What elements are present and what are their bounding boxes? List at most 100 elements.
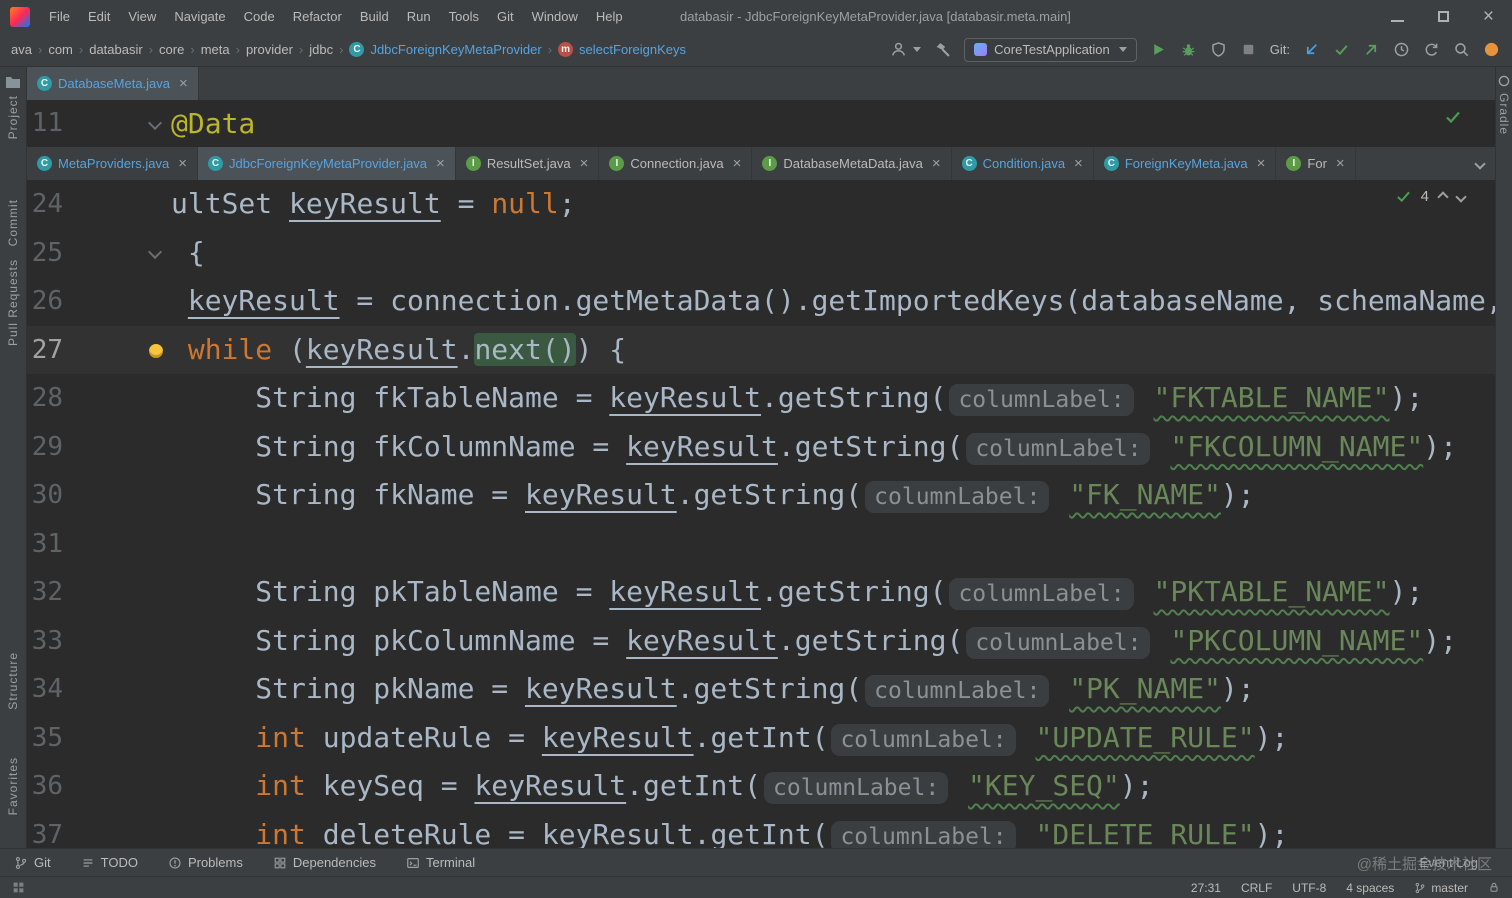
top-editor[interactable]: 11 @Data	[27, 100, 1495, 147]
maximize-button[interactable]	[1437, 11, 1449, 22]
close-icon[interactable]: ×	[1074, 156, 1083, 171]
editor[interactable]: 4 24 ultSet keyResult = null; 25 {26 keyResu…	[27, 180, 1495, 848]
previous-problem-icon[interactable]	[1437, 190, 1449, 203]
history-icon[interactable]	[1393, 41, 1410, 58]
breadcrumb-segment[interactable]: provider	[243, 42, 296, 57]
notifications-icon[interactable]	[1483, 41, 1500, 58]
editor-tab[interactable]: C JdbcForeignKeyMetaProvider.java ×	[198, 147, 456, 180]
close-icon[interactable]: ×	[580, 156, 589, 171]
toolwindow-structure[interactable]: Structure	[6, 652, 20, 710]
git-branch-widget[interactable]: master	[1414, 881, 1468, 895]
close-icon[interactable]: ×	[1257, 156, 1266, 171]
code-line[interactable]: 26 keyResult = connection.getMetaData().g…	[27, 277, 1495, 326]
user-icon[interactable]	[890, 41, 907, 58]
toolwindow-commit[interactable]: Commit	[6, 199, 20, 246]
toolwindow-favorites[interactable]: Favorites	[6, 757, 20, 815]
close-icon[interactable]: ×	[932, 156, 941, 171]
menu-item-build[interactable]: Build	[351, 0, 398, 33]
menu-item-run[interactable]: Run	[398, 0, 440, 33]
close-icon[interactable]: ×	[179, 76, 188, 91]
code-line[interactable]: 35 int updateRule = keyResult.getInt(colu…	[27, 714, 1495, 763]
file-encoding[interactable]: UTF-8	[1292, 881, 1326, 895]
breadcrumb-segment[interactable]: core	[156, 42, 187, 57]
toolwindow-gradle[interactable]: Gradle	[1497, 93, 1511, 135]
editor-tab[interactable]: I Connection.java ×	[599, 147, 753, 180]
project-folder-icon[interactable]	[5, 75, 21, 89]
code-line[interactable]: 33 String pkColumnName = keyResult.getStr…	[27, 617, 1495, 666]
code-line[interactable]: 25 {	[27, 229, 1495, 278]
toolwindow-terminal[interactable]: Terminal	[406, 855, 475, 870]
toolwindow-project[interactable]: Project	[6, 95, 20, 139]
code-line[interactable]: 37 int deleteRule = keyResult.getInt(colu…	[27, 811, 1495, 848]
code-line[interactable]: 32 String pkTableName = keyResult.getStri…	[27, 568, 1495, 617]
editor-tab[interactable]: I DatabaseMetaData.java ×	[752, 147, 952, 180]
gradle-icon[interactable]	[1498, 75, 1510, 87]
menu-item-view[interactable]: View	[119, 0, 165, 33]
coverage-button[interactable]	[1210, 41, 1227, 58]
editor-tab[interactable]: C ForeignKeyMeta.java ×	[1094, 147, 1277, 180]
fold-marker-icon[interactable]	[147, 245, 163, 261]
menu-item-tools[interactable]: Tools	[440, 0, 488, 33]
code-line[interactable]: 29 String fkColumnName = keyResult.getStr…	[27, 423, 1495, 472]
breadcrumb-segment[interactable]: meta	[198, 42, 233, 57]
inspections-widget[interactable]: 4	[1396, 188, 1467, 205]
menu-item-file[interactable]: File	[40, 0, 79, 33]
code-line[interactable]: 24 ultSet keyResult = null;	[27, 180, 1495, 229]
minimize-button[interactable]	[1390, 19, 1404, 22]
editor-tab[interactable]: I For ×	[1276, 147, 1356, 180]
run-configuration-select[interactable]: CoreTestApplication	[964, 37, 1137, 62]
code-line[interactable]: 28 String fkTableName = keyResult.getStri…	[27, 374, 1495, 423]
run-button[interactable]	[1150, 41, 1167, 58]
close-icon[interactable]: ×	[178, 156, 187, 171]
menu-item-window[interactable]: Window	[523, 0, 587, 33]
toolwindow-problems[interactable]: Problems	[168, 855, 243, 870]
line-separator[interactable]: CRLF	[1241, 881, 1272, 895]
push-icon[interactable]	[1363, 41, 1380, 58]
search-icon[interactable]	[1453, 41, 1470, 58]
fold-marker-icon[interactable]	[147, 116, 163, 132]
editor-tab[interactable]: C MetaProviders.java ×	[27, 147, 199, 180]
build-hammer-icon[interactable]	[934, 41, 951, 58]
indent-setting[interactable]: 4 spaces	[1346, 881, 1394, 895]
toolwindow-todo[interactable]: TODO	[81, 855, 138, 870]
next-problem-icon[interactable]	[1455, 190, 1467, 203]
code-line[interactable]: 34 String pkName = keyResult.getString(co…	[27, 665, 1495, 714]
no-problems-check-icon[interactable]	[1445, 110, 1461, 124]
breadcrumb-segment[interactable]: jdbc	[306, 42, 336, 57]
code-line[interactable]: 30 String fkName = keyResult.getString(co…	[27, 471, 1495, 520]
breadcrumb-method[interactable]: selectForeignKeys	[576, 42, 689, 57]
menu-item-help[interactable]: Help	[587, 0, 632, 33]
rollback-icon[interactable]	[1423, 41, 1440, 58]
hidden-tabs-button[interactable]	[1465, 147, 1495, 180]
code-line[interactable]: 36 int keySeq = keyResult.getInt(columnLa…	[27, 762, 1495, 811]
menu-item-navigate[interactable]: Navigate	[165, 0, 234, 33]
menu-item-code[interactable]: Code	[235, 0, 284, 33]
close-icon[interactable]: ×	[733, 156, 742, 171]
code-line[interactable]: 11 @Data	[27, 100, 1495, 147]
menu-item-edit[interactable]: Edit	[79, 0, 119, 33]
stop-button[interactable]	[1240, 41, 1257, 58]
close-button[interactable]	[1483, 10, 1494, 24]
editor-tab[interactable]: C DatabaseMeta.java ×	[27, 67, 199, 100]
close-icon[interactable]: ×	[1336, 156, 1345, 171]
code-line[interactable]: 27 while (keyResult.next()) {	[27, 325, 1495, 374]
breadcrumb-segment[interactable]: ava	[8, 42, 35, 57]
caret-position[interactable]: 27:31	[1191, 881, 1221, 895]
lock-icon[interactable]	[1488, 881, 1500, 894]
intention-bulb-icon[interactable]	[149, 343, 163, 358]
menu-item-git[interactable]: Git	[488, 0, 523, 33]
close-icon[interactable]: ×	[436, 156, 445, 171]
commit-icon[interactable]	[1333, 41, 1350, 58]
editor-tab[interactable]: I ResultSet.java ×	[456, 147, 600, 180]
breadcrumb-segment[interactable]: databasir	[86, 42, 145, 57]
toolwindow-pull-requests[interactable]: Pull Requests	[6, 259, 20, 346]
toolwindow-dependencies[interactable]: Dependencies	[273, 855, 376, 870]
breadcrumb-class[interactable]: JdbcForeignKeyMetaProvider	[367, 42, 544, 57]
menu-item-refactor[interactable]: Refactor	[284, 0, 351, 33]
editor-tab[interactable]: C Condition.java ×	[952, 147, 1094, 180]
toolwindow-git[interactable]: Git	[14, 855, 51, 870]
code-line[interactable]: 31	[27, 520, 1495, 569]
toolwindow-switcher-icon[interactable]	[12, 881, 25, 894]
chevron-down-icon[interactable]	[913, 47, 922, 52]
update-project-icon[interactable]	[1303, 41, 1320, 58]
